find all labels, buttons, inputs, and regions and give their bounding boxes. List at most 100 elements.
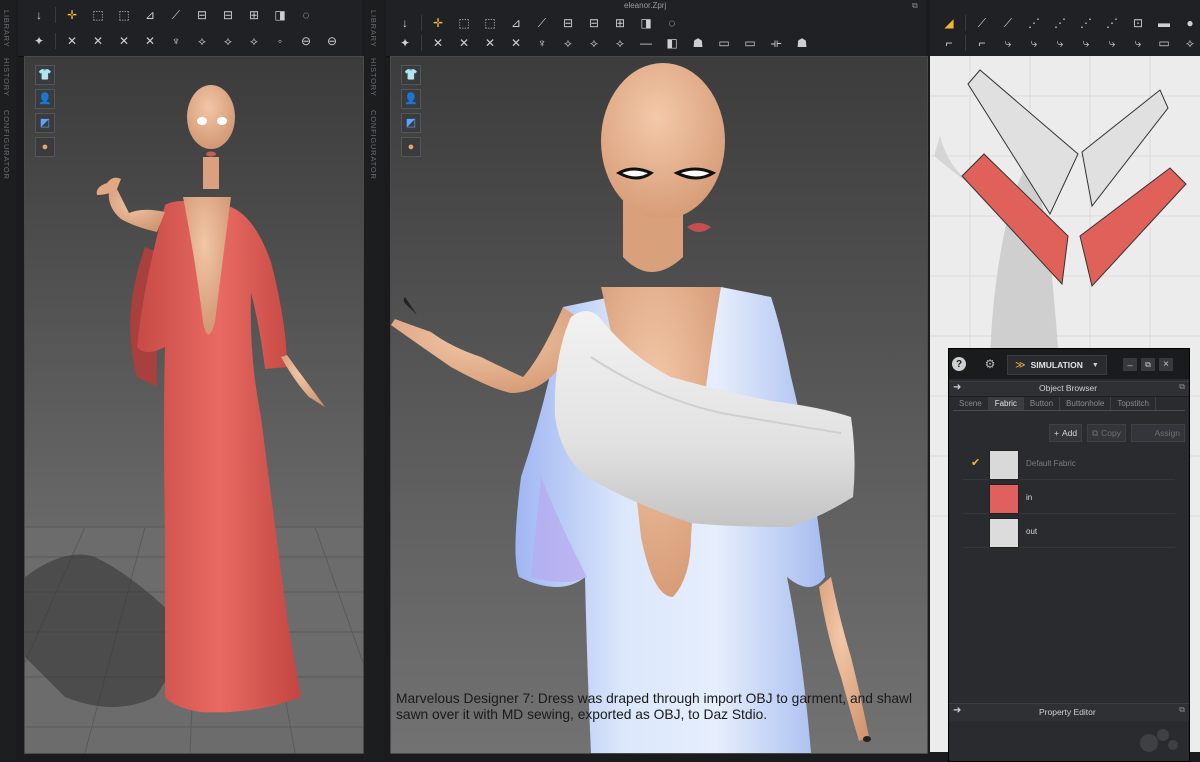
shirt-icon[interactable]: 👕 — [401, 65, 421, 85]
toolbar-tool-icon[interactable]: ⤷ — [1127, 34, 1149, 52]
toolbar-tool-icon[interactable]: ⟡ — [191, 32, 213, 50]
toolbar-tool-icon[interactable]: ⋰ — [1023, 14, 1045, 32]
texture-icon[interactable]: ◩ — [35, 113, 55, 133]
toolbar-tool-icon[interactable]: ⬚ — [479, 14, 501, 32]
toolbar-tool-icon[interactable]: ✛ — [427, 14, 449, 32]
undock-icon[interactable]: ⧉ — [912, 1, 918, 11]
toolbar-tool-icon[interactable]: ⊞ — [609, 14, 631, 32]
toolbar-tool-icon[interactable]: ⌐ — [938, 34, 960, 52]
shirt-icon[interactable]: 👕 — [35, 65, 55, 85]
toolbar-tool-icon[interactable]: ▭ — [713, 34, 735, 52]
toolbar-tool-icon[interactable]: ◢ — [938, 14, 960, 32]
restore-button[interactable]: ⧉ — [1141, 358, 1155, 371]
toolbar-tool-icon[interactable]: ◨ — [635, 14, 657, 32]
toolbar-tool-icon[interactable]: ● — [1179, 14, 1200, 32]
simulation-mode-dropdown[interactable]: ≫ SIMULATION ▼ — [1007, 355, 1107, 375]
toolbar-tool-icon[interactable]: ✛ — [61, 6, 83, 24]
toolbar-tool-icon[interactable]: ◌ — [295, 6, 317, 24]
toolbar-tool-icon[interactable]: ⤷ — [1075, 34, 1097, 52]
sidebar-tab-library[interactable]: LIBRARY — [369, 10, 378, 48]
head-icon[interactable]: ● — [401, 137, 421, 157]
toolbar-tool-icon[interactable]: ⬚ — [87, 6, 109, 24]
fabric-row-default[interactable]: ✔ Default Fabric — [963, 449, 1175, 480]
gear-icon[interactable]: ⚙ — [983, 357, 997, 371]
assign-fabric-button[interactable]: Assign — [1131, 424, 1185, 442]
help-button[interactable]: ? — [952, 357, 966, 371]
toolbar-tool-icon[interactable]: ✕ — [139, 32, 161, 50]
toolbar-tool-icon[interactable]: ⟡ — [1179, 34, 1200, 52]
toolbar-tool-icon[interactable]: ▬ — [1153, 14, 1175, 32]
toolbar-tool-icon[interactable]: ✦ — [28, 32, 50, 50]
toolbar-tool-icon[interactable]: ◧ — [661, 34, 683, 52]
toolbar-tool-icon[interactable]: ↓ — [394, 14, 416, 32]
avatar-icon[interactable]: 👤 — [35, 89, 55, 109]
toolbar-tool-icon[interactable]: ☗ — [687, 34, 709, 52]
toolbar-tool-icon[interactable]: ☗ — [791, 34, 813, 52]
toolbar-tool-icon[interactable]: ⟋ — [531, 14, 553, 32]
toolbar-tool-icon[interactable]: ⊟ — [217, 6, 239, 24]
tab-button[interactable]: Button — [1024, 397, 1061, 410]
toolbar-tool-icon[interactable]: ♆ — [165, 32, 187, 50]
tab-scene[interactable]: Scene — [953, 397, 989, 410]
sidebar-tab-history[interactable]: HISTORY — [2, 58, 11, 97]
toolbar-tool-icon[interactable]: ✕ — [87, 32, 109, 50]
viewport-3d-main[interactable]: 👕 👤 ◩ ● Marvelous Designer 7: Dress was dra… — [390, 56, 928, 754]
undock-icon[interactable]: ⧉ — [1179, 382, 1185, 392]
toolbar-tool-icon[interactable]: ⟡ — [583, 34, 605, 52]
arrow-right-icon[interactable]: ➜ — [953, 705, 961, 716]
toolbar-tool-icon[interactable]: ✕ — [61, 32, 83, 50]
toolbar-tool-icon[interactable]: ◨ — [269, 6, 291, 24]
texture-icon[interactable]: ◩ — [401, 113, 421, 133]
tab-fabric[interactable]: Fabric — [988, 397, 1024, 410]
undock-icon[interactable]: ⧉ — [1179, 705, 1185, 715]
toolbar-tool-icon[interactable]: ✦ — [394, 34, 416, 52]
toolbar-tool-icon[interactable]: ⌐ — [971, 34, 993, 52]
toolbar-tool-icon[interactable]: ⬚ — [113, 6, 135, 24]
arrow-right-icon[interactable]: ➜ — [953, 382, 961, 393]
add-fabric-button[interactable]: + Add — [1049, 424, 1083, 442]
toolbar-tool-icon[interactable]: ⟡ — [609, 34, 631, 52]
toolbar-tool-icon[interactable]: ⊟ — [557, 14, 579, 32]
toolbar-tool-icon[interactable]: ⟡ — [217, 32, 239, 50]
toolbar-tool-icon[interactable]: ⋰ — [1101, 14, 1123, 32]
tab-buttonhole[interactable]: Buttonhole — [1060, 397, 1112, 410]
fabric-row-in[interactable]: in — [963, 483, 1175, 514]
minimize-button[interactable]: – — [1123, 358, 1137, 371]
toolbar-tool-icon[interactable]: ⤷ — [997, 34, 1019, 52]
toolbar-tool-icon[interactable]: ⟋ — [997, 14, 1019, 32]
toolbar-tool-icon[interactable]: ▭ — [739, 34, 761, 52]
toolbar-tool-icon[interactable]: — — [635, 34, 657, 52]
sidebar-tab-configurator[interactable]: CONFIGURATOR — [2, 110, 11, 180]
fabric-row-out[interactable]: out — [963, 517, 1175, 548]
sidebar-tab-configurator[interactable]: CONFIGURATOR — [369, 110, 378, 180]
toolbar-tool-icon[interactable]: ⤷ — [1101, 34, 1123, 52]
head-icon[interactable]: ● — [35, 137, 55, 157]
avatar-icon[interactable]: 👤 — [401, 89, 421, 109]
sidebar-tab-history[interactable]: HISTORY — [369, 58, 378, 97]
toolbar-tool-icon[interactable]: ⊞ — [243, 6, 265, 24]
toolbar-tool-icon[interactable]: ⟋ — [971, 14, 993, 32]
toolbar-tool-icon[interactable]: ⋰ — [1075, 14, 1097, 32]
toolbar-tool-icon[interactable]: ✕ — [505, 34, 527, 52]
toolbar-tool-icon[interactable]: ▭ — [1153, 34, 1175, 52]
toolbar-tool-icon[interactable]: ⊟ — [191, 6, 213, 24]
tab-topstitch[interactable]: Topstitch — [1111, 397, 1156, 410]
toolbar-tool-icon[interactable]: ◦ — [269, 32, 291, 50]
toolbar-tool-icon[interactable]: ⊖ — [321, 32, 343, 50]
toolbar-tool-icon[interactable]: ⊖ — [295, 32, 317, 50]
toolbar-tool-icon[interactable]: ⋰ — [1049, 14, 1071, 32]
toolbar-tool-icon[interactable]: ✕ — [113, 32, 135, 50]
toolbar-tool-icon[interactable]: ✕ — [427, 34, 449, 52]
toolbar-tool-icon[interactable]: ⊡ — [1127, 14, 1149, 32]
toolbar-tool-icon[interactable]: ⬚ — [453, 14, 475, 32]
copy-fabric-button[interactable]: ⧉ Copy — [1087, 424, 1126, 442]
toolbar-tool-icon[interactable]: ⟛ — [765, 34, 787, 52]
sidebar-tab-library[interactable]: LIBRARY — [2, 10, 11, 48]
toolbar-tool-icon[interactable]: ⟡ — [557, 34, 579, 52]
toolbar-tool-icon[interactable]: ✕ — [453, 34, 475, 52]
toolbar-tool-icon[interactable]: ⟋ — [165, 6, 187, 24]
toolbar-tool-icon[interactable]: ⊿ — [505, 14, 527, 32]
toolbar-tool-icon[interactable]: ♆ — [531, 34, 553, 52]
toolbar-tool-icon[interactable]: ⊟ — [583, 14, 605, 32]
toolbar-tool-icon[interactable]: ⟡ — [243, 32, 265, 50]
